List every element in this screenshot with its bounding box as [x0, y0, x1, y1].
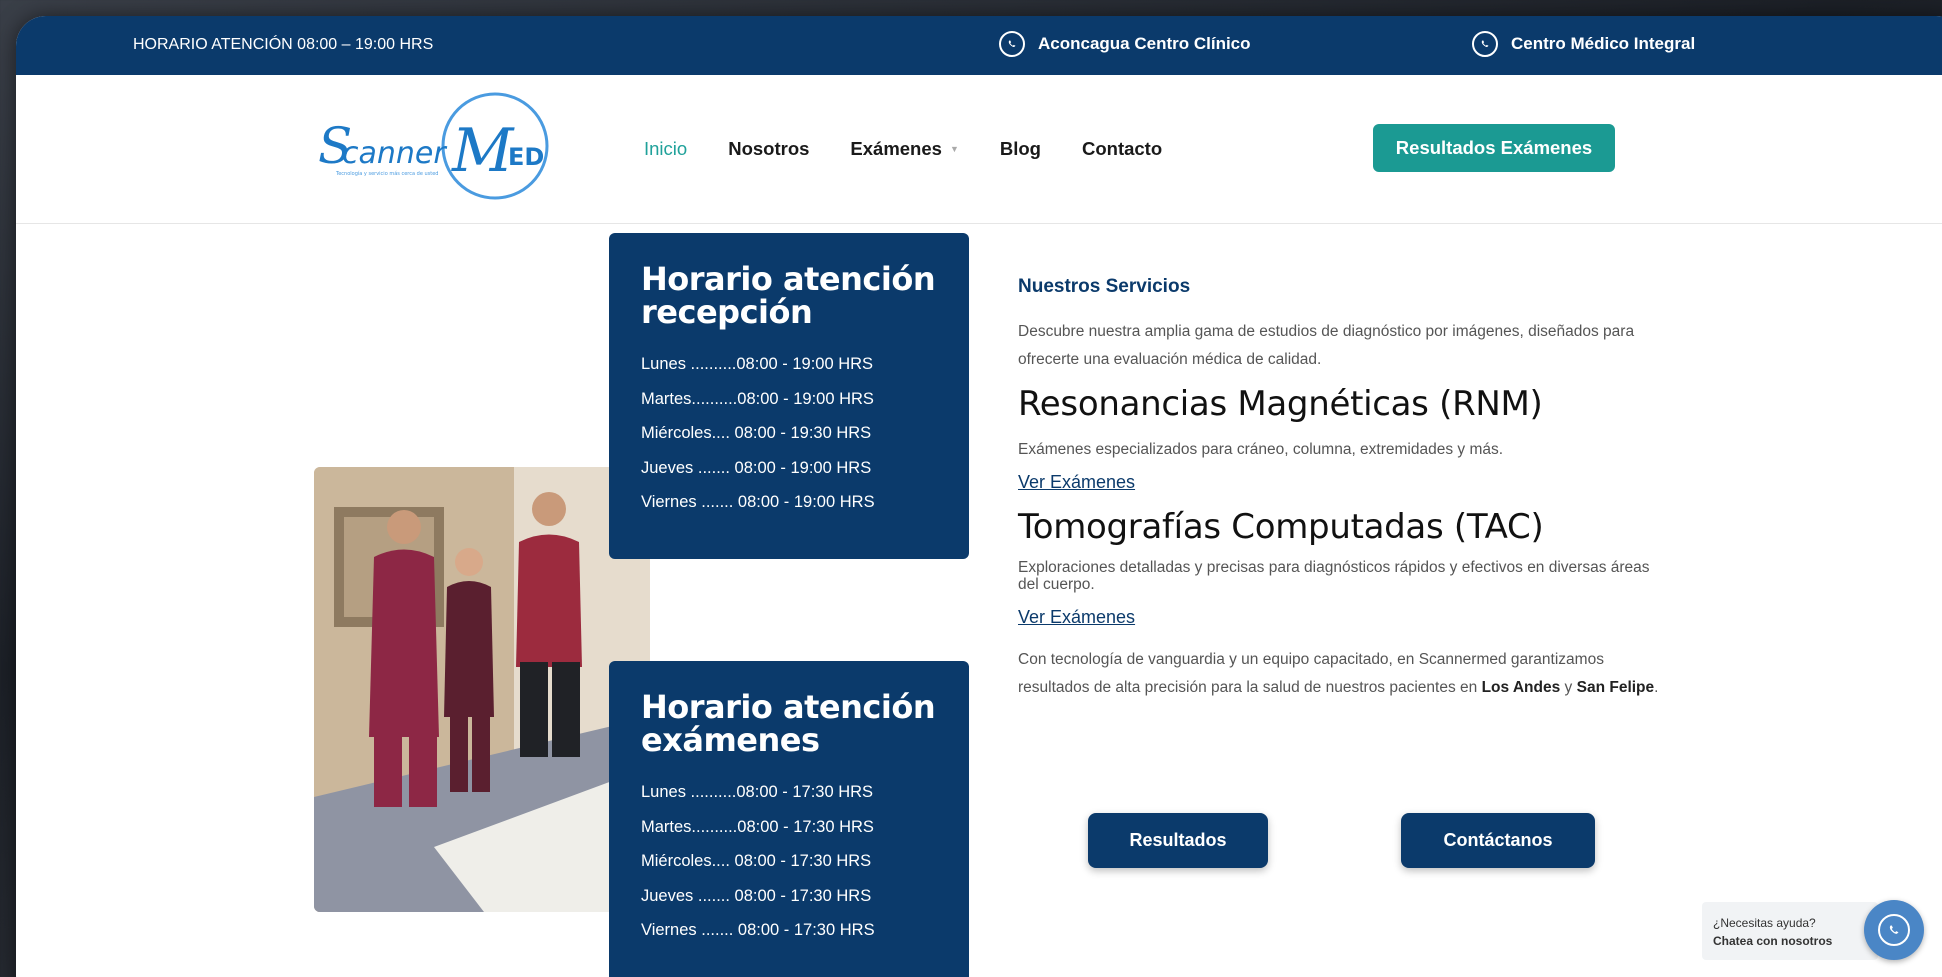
- closing-city-los-andes: Los Andes: [1481, 678, 1561, 696]
- tac-view-exams-link[interactable]: Ver Exámenes: [1018, 607, 1135, 628]
- services-label: Nuestros Servicios: [1018, 276, 1191, 297]
- closing-text: .: [1654, 678, 1659, 696]
- svg-text:ED: ED: [508, 143, 544, 171]
- main-nav: Inicio Nosotros Exámenes ▼ Blog Contacto: [644, 138, 1203, 160]
- reception-schedule-card: Horario atención recepción Lunes .......…: [609, 233, 969, 559]
- exams-schedule-title: Horario atención exámenes: [641, 688, 936, 759]
- staff-photo: [314, 467, 650, 912]
- nav-examenes[interactable]: Exámenes ▼: [850, 138, 958, 160]
- services-closing: Con tecnología de vanguardia y un equipo…: [1018, 646, 1668, 701]
- chat-prompt-line1: ¿Necesitas ayuda?: [1713, 916, 1816, 930]
- schedule-row: Miércoles.... 08:00 - 19:30 HRS: [641, 424, 872, 442]
- schedule-row: Martes..........08:00 - 17:30 HRS: [641, 817, 874, 836]
- nav-contacto[interactable]: Contacto: [1082, 138, 1162, 160]
- whatsapp-chat-button[interactable]: [1864, 900, 1924, 960]
- schedule-row: Miércoles.... 08:00 - 17:30 HRS: [641, 852, 872, 870]
- whatsapp-icon: [1472, 31, 1498, 57]
- whatsapp-icon: [999, 31, 1025, 57]
- tac-title: Tomografías Computadas (TAC): [1018, 507, 1544, 547]
- whatsapp-link-integral[interactable]: Centro Médico Integral: [1472, 31, 1695, 57]
- closing-text: y: [1560, 678, 1577, 696]
- whatsapp-label: Aconcagua Centro Clínico: [1038, 34, 1251, 53]
- services-section: Nuestros Servicios Descubre nuestra ampl…: [1018, 276, 1668, 701]
- svg-text:M: M: [451, 116, 515, 186]
- results-button[interactable]: Resultados: [1088, 813, 1268, 868]
- hours-notice: HORARIO ATENCIÓN 08:00 – 19:00 HRS: [133, 36, 434, 53]
- schedule-row: Jueves ....... 08:00 - 17:30 HRS: [641, 886, 872, 905]
- rnm-title: Resonancias Magnéticas (RNM): [1018, 384, 1543, 424]
- scannermed-logo[interactable]: S canner M ED Tecnología y servicio más …: [312, 91, 562, 201]
- page-frame: HORARIO ATENCIÓN 08:00 – 19:00 HRS Aconc…: [16, 16, 1942, 977]
- contact-button[interactable]: Contáctanos: [1401, 813, 1595, 868]
- results-exams-button[interactable]: Resultados Exámenes: [1373, 124, 1615, 172]
- whatsapp-label: Centro Médico Integral: [1511, 34, 1696, 53]
- tac-description: Exploraciones detalladas y precisas para…: [1018, 559, 1650, 593]
- schedule-row: Viernes ....... 08:00 - 17:30 HRS: [641, 921, 875, 939]
- nav-nosotros[interactable]: Nosotros: [728, 138, 809, 160]
- nav-blog[interactable]: Blog: [1000, 138, 1041, 160]
- schedule-row: Viernes ....... 08:00 - 19:00 HRS: [641, 493, 875, 511]
- chevron-down-icon: ▼: [949, 144, 959, 154]
- services-intro: Descubre nuestra amplia gama de estudios…: [1018, 323, 1635, 368]
- site-header: S canner M ED Tecnología y servicio más …: [16, 75, 1942, 224]
- nav-inicio[interactable]: Inicio: [644, 138, 687, 160]
- top-bar: HORARIO ATENCIÓN 08:00 – 19:00 HRS Aconc…: [16, 16, 1942, 75]
- exams-schedule-card: Horario atención exámenes Lunes ........…: [609, 661, 969, 977]
- nav-label: Exámenes: [850, 138, 942, 159]
- chat-prompt[interactable]: ¿Necesitas ayuda? Chatea con nosotros: [1702, 902, 1878, 960]
- schedule-row: Lunes ..........08:00 - 19:00 HRS: [641, 355, 874, 373]
- reception-schedule-title: Horario atención recepción: [641, 260, 936, 331]
- chat-prompt-line2: Chatea con nosotros: [1713, 934, 1833, 948]
- svg-text:Tecnología y servicio más cerc: Tecnología y servicio más cerca de usted: [335, 170, 438, 177]
- schedule-row: Lunes ..........08:00 - 17:30 HRS: [641, 783, 874, 801]
- whatsapp-link-aconcagua[interactable]: Aconcagua Centro Clínico: [999, 31, 1251, 57]
- rnm-view-exams-link[interactable]: Ver Exámenes: [1018, 472, 1135, 493]
- schedule-row: Martes..........08:00 - 19:00 HRS: [641, 389, 874, 408]
- svg-text:canner: canner: [342, 136, 447, 171]
- rnm-description: Exámenes especializados para cráneo, col…: [1018, 441, 1504, 458]
- closing-city-san-felipe: San Felipe: [1576, 678, 1655, 696]
- schedule-row: Jueves ....... 08:00 - 19:00 HRS: [641, 458, 872, 477]
- whatsapp-icon: [1878, 914, 1910, 946]
